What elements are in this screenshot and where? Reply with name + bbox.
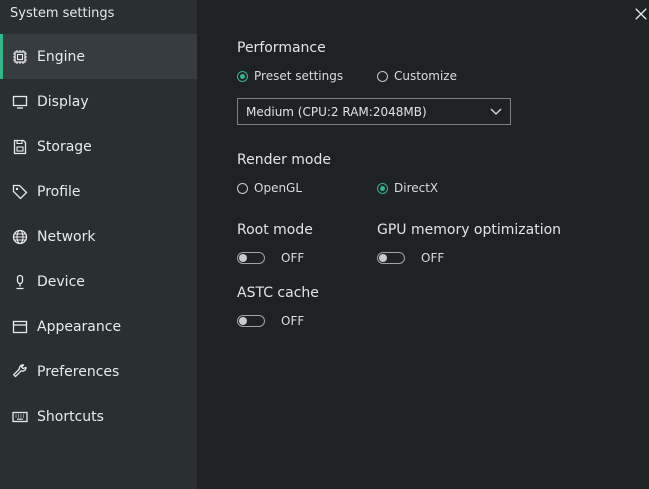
sidebar-item-label: Storage bbox=[37, 138, 92, 155]
select-value: Medium (CPU:2 RAM:2048MB) bbox=[246, 104, 427, 119]
sidebar-item-label: Preferences bbox=[37, 363, 120, 380]
gpu-memory-toggle[interactable]: OFF bbox=[377, 251, 444, 265]
wrench-icon bbox=[11, 363, 29, 381]
sidebar-item-appearance[interactable]: Appearance bbox=[0, 304, 197, 349]
sidebar-item-engine[interactable]: Engine bbox=[0, 34, 197, 79]
toggle-state: OFF bbox=[281, 251, 305, 265]
root-mode-toggle[interactable]: OFF bbox=[237, 251, 304, 265]
monitor-icon bbox=[11, 93, 29, 111]
radio-unchecked-icon bbox=[237, 182, 248, 194]
sidebar-item-label: Appearance bbox=[37, 318, 122, 335]
performance-preset-select[interactable]: Medium (CPU:2 RAM:2048MB) bbox=[237, 98, 511, 125]
sidebar-item-preferences[interactable]: Preferences bbox=[0, 349, 197, 394]
sidebar-item-profile[interactable]: Profile bbox=[0, 169, 197, 214]
sidebar-item-label: Shortcuts bbox=[37, 408, 104, 425]
sidebar-item-display[interactable]: Display bbox=[0, 79, 197, 124]
toggle-track bbox=[237, 252, 265, 264]
radio-preset-settings[interactable]: Preset settings bbox=[237, 69, 343, 83]
sidebar-item-label: Device bbox=[37, 273, 85, 290]
sidebar-item-label: Profile bbox=[37, 183, 81, 200]
toggle-knob bbox=[239, 316, 247, 325]
window-title: System settings bbox=[10, 6, 115, 21]
toggle-knob bbox=[379, 253, 387, 262]
astc-cache-toggle[interactable]: OFF bbox=[237, 314, 304, 328]
window-icon bbox=[11, 318, 29, 336]
radio-customize[interactable]: Customize bbox=[377, 69, 457, 83]
radio-directx[interactable]: DirectX bbox=[377, 181, 438, 195]
render-mode-title: Render mode bbox=[237, 152, 331, 168]
toggle-track bbox=[237, 315, 265, 327]
sidebar-nav: Engine Display Storage Profile Network D… bbox=[0, 34, 197, 439]
sidebar-item-label: Display bbox=[37, 93, 89, 110]
toggle-state: OFF bbox=[421, 251, 445, 265]
radio-checked-icon bbox=[377, 182, 388, 194]
radio-label: Preset settings bbox=[254, 69, 344, 83]
sidebar-item-device[interactable]: Device bbox=[0, 259, 197, 304]
microphone-icon bbox=[11, 273, 29, 291]
sidebar: System settings Engine Display Storage P… bbox=[0, 0, 197, 489]
close-icon bbox=[635, 8, 647, 20]
chip-icon bbox=[11, 48, 29, 66]
astc-cache-title: ASTC cache bbox=[237, 285, 319, 301]
gpu-memory-title: GPU memory optimization bbox=[377, 222, 562, 238]
globe-icon bbox=[11, 228, 29, 246]
radio-unchecked-icon bbox=[377, 70, 388, 82]
radio-label: Customize bbox=[394, 69, 457, 83]
sidebar-item-network[interactable]: Network bbox=[0, 214, 197, 259]
radio-label: OpenGL bbox=[254, 181, 303, 195]
sidebar-item-shortcuts[interactable]: Shortcuts bbox=[0, 394, 197, 439]
toggle-knob bbox=[239, 253, 247, 262]
radio-label: DirectX bbox=[394, 181, 439, 195]
sidebar-item-storage[interactable]: Storage bbox=[0, 124, 197, 169]
performance-title: Performance bbox=[237, 40, 326, 56]
disk-icon bbox=[11, 138, 29, 156]
sidebar-item-label: Engine bbox=[37, 48, 85, 65]
close-button[interactable] bbox=[634, 6, 649, 22]
radio-checked-icon bbox=[237, 70, 248, 82]
toggle-track bbox=[377, 252, 405, 264]
sidebar-item-label: Network bbox=[37, 228, 96, 245]
toggle-state: OFF bbox=[281, 314, 305, 328]
radio-opengl[interactable]: OpenGL bbox=[237, 181, 302, 195]
keyboard-icon bbox=[11, 408, 29, 426]
chevron-down-icon bbox=[490, 108, 502, 115]
tag-icon bbox=[11, 183, 29, 201]
root-mode-title: Root mode bbox=[237, 222, 313, 238]
